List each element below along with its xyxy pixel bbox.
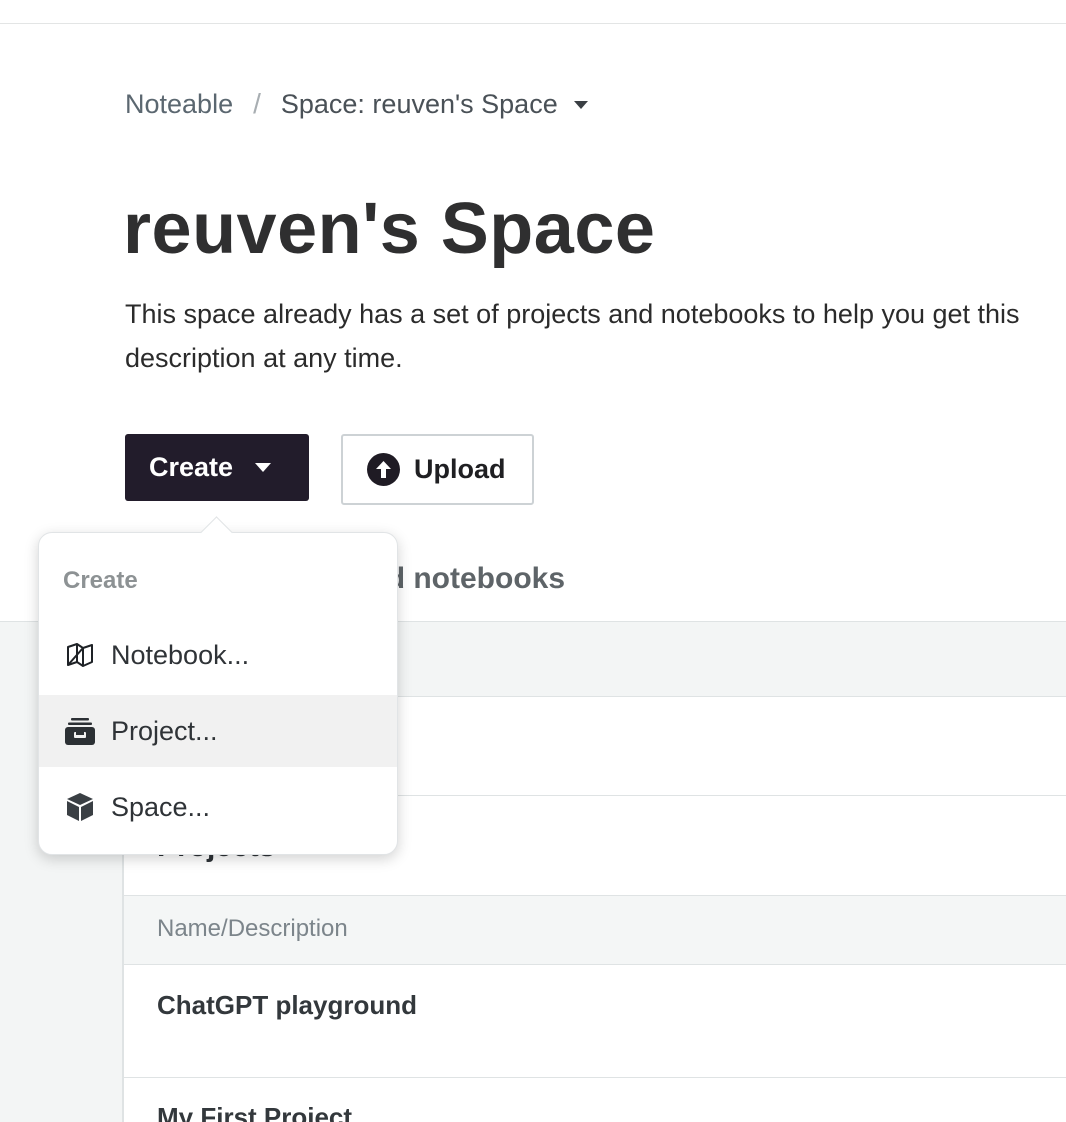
project-icon: [63, 714, 97, 748]
project-name[interactable]: ChatGPT playground: [157, 990, 417, 1021]
menu-item-space[interactable]: Space...: [39, 771, 397, 843]
top-divider: [0, 23, 1066, 24]
menu-item-label: Space...: [111, 791, 211, 822]
table-header: Name/Description: [124, 895, 1066, 965]
menu-item-project[interactable]: Project...: [39, 695, 397, 767]
menu-item-label: Notebook...: [111, 639, 250, 670]
create-button[interactable]: Create: [125, 434, 309, 501]
create-menu-popover: Create Notebook... Project... Space...: [38, 516, 398, 855]
breadcrumb-separator: /: [253, 88, 261, 119]
project-name[interactable]: My First Project: [157, 1102, 352, 1122]
page-description: This space already has a set of projects…: [125, 299, 1020, 373]
menu-item-label: Project...: [111, 715, 218, 746]
caret-down-icon: [255, 463, 272, 472]
notebook-icon: [63, 638, 97, 672]
table-row[interactable]: ChatGPT playground: [124, 964, 1066, 1078]
upload-button[interactable]: Upload: [341, 434, 534, 505]
chevron-down-icon[interactable]: [573, 101, 588, 109]
menu-item-notebook[interactable]: Notebook...: [39, 619, 397, 691]
create-button-label: Create: [149, 452, 234, 482]
breadcrumb-root-link[interactable]: Noteable: [125, 89, 233, 120]
upload-icon: [367, 453, 400, 486]
popover-arrow: [200, 516, 233, 549]
page: Noteable / Space: reuven's Space reuven'…: [0, 0, 1066, 1122]
upload-button-label: Upload: [414, 454, 506, 484]
breadcrumb-current-space[interactable]: Space: reuven's Space: [281, 89, 558, 120]
column-header-name[interactable]: Name/Description: [157, 915, 348, 943]
table-row[interactable]: My First Project: [124, 1078, 1066, 1122]
breadcrumb: Noteable / Space: reuven's Space: [125, 86, 588, 122]
create-menu-heading: Create: [63, 567, 138, 594]
cube-icon: [63, 790, 97, 824]
page-title: reuven's Space: [123, 189, 656, 269]
